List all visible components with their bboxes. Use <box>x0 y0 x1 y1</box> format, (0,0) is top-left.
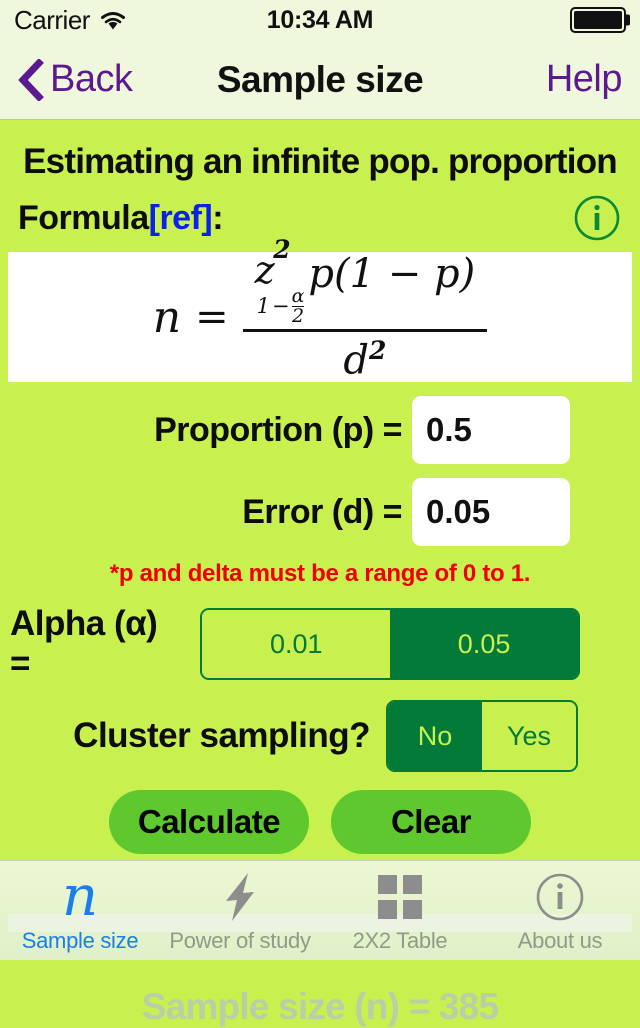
formula-sub-minus: − <box>271 293 290 318</box>
formula-alpha-over-two: α 2 <box>291 284 305 328</box>
formula-equals: = <box>195 294 229 340</box>
navigation-bar: Back Sample size Help <box>0 40 640 120</box>
back-button-label: Back <box>50 58 133 100</box>
formula-denominator: d2 <box>343 332 386 383</box>
proportion-row: Proportion (p) = <box>0 396 640 464</box>
carrier-label: Carrier <box>14 4 90 35</box>
formula-panel: n = z2 1− α 2 p(1 − p) d2 <box>8 237 632 383</box>
formula-z-term: z2 1− α 2 <box>254 237 305 328</box>
grid-cell <box>378 875 397 894</box>
result-text: Sample size (n) = 385 <box>141 986 499 1027</box>
alpha-row: Alpha (α) = 0.01 0.05 <box>0 604 640 684</box>
grid-cell <box>403 875 422 894</box>
back-button[interactable]: Back <box>18 58 133 101</box>
lightning-bolt-icon <box>218 871 262 923</box>
tab-2x2-table-label: 2X2 Table <box>352 928 448 953</box>
n-italic-icon: n <box>61 864 99 929</box>
status-bar: Carrier 10:34 AM <box>0 0 640 40</box>
formula-alpha: α <box>291 284 305 307</box>
tab-bar: n Sample size Power of study 2X2 Table A… <box>0 860 640 960</box>
cluster-option-yes[interactable]: Yes <box>482 702 576 770</box>
formula-numerator: z2 1− α 2 p(1 − p) <box>243 237 488 330</box>
tab-about-us-label: About us <box>517 928 603 953</box>
proportion-input[interactable] <box>412 396 570 464</box>
formula-colon: : <box>212 198 224 237</box>
alpha-segmented-control[interactable]: 0.01 0.05 <box>200 608 580 680</box>
validation-warning: *p and delta must be a range of 0 to 1. <box>109 560 531 587</box>
proportion-label: Proportion (p) = <box>154 410 402 449</box>
formula-z-base: z2 <box>254 237 291 292</box>
wifi-icon <box>100 12 125 30</box>
formula-numerator-rest: p(1 − p) <box>308 250 476 297</box>
error-row: Error (d) = <box>0 478 640 546</box>
info-circle-icon[interactable] <box>572 193 622 243</box>
formula-header-row: Formula [ref]: <box>0 190 640 246</box>
tab-sample-size-label: Sample size <box>21 928 139 953</box>
formula-expression: n = z2 1− α 2 p(1 − p) d2 <box>152 237 488 383</box>
formula-z-exponent: 2 <box>273 234 291 264</box>
calculate-button[interactable]: Calculate <box>109 790 309 854</box>
formula-d-letter: d <box>343 337 370 384</box>
formula-fraction: z2 1− α 2 p(1 − p) d2 <box>242 237 488 383</box>
battery-fill <box>574 11 622 29</box>
alpha-option-005[interactable]: 0.05 <box>390 610 578 678</box>
tab-power-of-study[interactable]: Power of study <box>160 861 320 960</box>
cluster-option-no[interactable]: No <box>388 702 482 770</box>
formula-z-subscript: 1− α 2 <box>256 284 305 328</box>
formula-d-exponent: 2 <box>369 336 387 366</box>
grid-cell <box>403 900 422 919</box>
info-circle-icon <box>535 871 585 923</box>
help-button[interactable]: Help <box>546 58 623 101</box>
error-input[interactable] <box>412 478 570 546</box>
section-heading: Estimating an infinite pop. proportion <box>23 142 618 181</box>
alpha-label: Alpha (α) = <box>10 604 158 683</box>
cluster-segmented-control[interactable]: No Yes <box>386 700 578 772</box>
formula-ref-link[interactable]: [ref] <box>149 199 213 238</box>
main-content: Estimating an infinite pop. proportion F… <box>0 120 640 1027</box>
chevron-left-icon <box>18 58 44 101</box>
cluster-label: Cluster sampling? <box>73 716 370 755</box>
action-button-row: Calculate Clear <box>0 790 640 854</box>
tab-2x2-table[interactable]: 2X2 Table <box>320 861 480 960</box>
formula-sub-one: 1 <box>256 293 270 318</box>
tab-about-us[interactable]: About us <box>480 861 640 960</box>
error-label: Error (d) = <box>242 492 402 531</box>
formula-two: 2 <box>291 305 305 328</box>
formula-label: Formula <box>18 198 149 237</box>
formula-lhs: n <box>152 291 182 343</box>
cluster-row: Cluster sampling? No Yes <box>0 700 640 772</box>
status-bar-right <box>570 7 630 33</box>
formula-z-letter: z <box>254 247 275 292</box>
alpha-option-001[interactable]: 0.01 <box>202 610 391 678</box>
battery-cap <box>626 14 630 26</box>
tab-sample-size[interactable]: n Sample size <box>0 861 160 960</box>
grid-cell <box>378 900 397 919</box>
battery-full-icon <box>570 7 630 33</box>
grid-2x2-icon <box>378 871 422 923</box>
tab-power-of-study-label: Power of study <box>169 928 311 953</box>
status-bar-left: Carrier <box>14 5 128 36</box>
clear-button[interactable]: Clear <box>331 790 531 854</box>
